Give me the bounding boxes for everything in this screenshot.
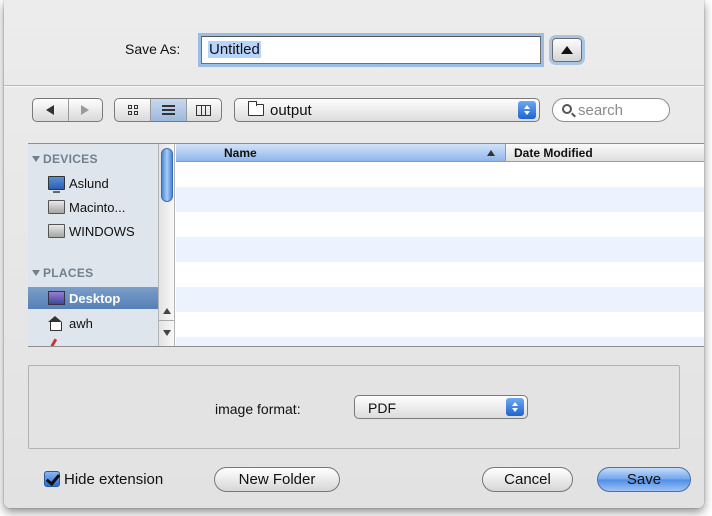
- column-header-name[interactable]: Name: [176, 144, 506, 162]
- collapse-dialog-button[interactable]: [552, 38, 582, 62]
- list-row: [176, 287, 704, 312]
- save-button[interactable]: Save: [597, 467, 691, 492]
- list-view-button[interactable]: [150, 99, 186, 121]
- save-dialog: Save As: Untitled output DEVICES: [4, 0, 704, 508]
- back-arrow-icon: [46, 105, 55, 115]
- scrollbar-thumb[interactable]: [161, 148, 173, 202]
- file-list: Name Date Modified: [176, 144, 704, 346]
- hide-extension-label[interactable]: Hide extension: [64, 471, 163, 488]
- list-row: [176, 212, 704, 237]
- triangle-up-icon: [561, 46, 573, 54]
- view-mode-control: [114, 98, 222, 122]
- hard-drive-icon: [48, 224, 65, 238]
- sidebar-item-label: Macinto...: [69, 199, 126, 215]
- scroll-up-icon[interactable]: [163, 308, 171, 314]
- folder-icon: [248, 101, 264, 116]
- icon-view-button[interactable]: [115, 99, 150, 121]
- accessory-panel: image format: PDF: [28, 365, 680, 449]
- location-label: output: [270, 102, 312, 119]
- image-format-label: image format:: [215, 401, 301, 417]
- search-input[interactable]: [578, 102, 664, 119]
- home-icon: [48, 316, 65, 331]
- search-icon: [562, 104, 572, 114]
- sidebar-item-label: Desktop: [69, 290, 121, 306]
- desktop-icon: [48, 291, 65, 305]
- save-as-row: Save As: Untitled: [4, 34, 704, 66]
- filename-text: Untitled: [208, 41, 261, 58]
- image-format-value: PDF: [368, 400, 396, 416]
- column-view-button[interactable]: [185, 99, 221, 121]
- sidebar-item-aslund[interactable]: Aslund: [28, 172, 158, 194]
- file-browser: DEVICES Aslund Macinto... WINDOWS PLACES…: [28, 143, 704, 347]
- sidebar-item-label: Aslund: [69, 175, 109, 191]
- icon-view-icon: [127, 105, 138, 115]
- list-row: [176, 312, 704, 337]
- sidebar-item-desktop[interactable]: Desktop: [28, 287, 158, 309]
- sidebar-header-devices[interactable]: DEVICES: [32, 152, 98, 168]
- image-format-popup[interactable]: PDF: [354, 395, 528, 419]
- search-field[interactable]: [552, 98, 670, 122]
- popup-stepper-icon: [518, 101, 536, 119]
- sidebar-header-places[interactable]: PLACES: [32, 266, 93, 282]
- list-row: [176, 237, 704, 262]
- sidebar-item-awh[interactable]: awh: [28, 312, 158, 334]
- application-icon: [50, 338, 62, 346]
- sidebar-item-label: awh: [69, 315, 93, 331]
- scroll-down-icon[interactable]: [163, 330, 171, 336]
- sidebar-item-label: WINDOWS: [69, 223, 135, 239]
- popup-stepper-icon: [506, 398, 524, 416]
- list-row: [176, 262, 704, 287]
- monitor-icon: [48, 176, 65, 193]
- sort-ascending-icon: [487, 150, 495, 156]
- column-view-icon: [196, 104, 212, 116]
- hide-extension-checkbox[interactable]: [44, 471, 60, 487]
- hard-drive-icon: [48, 200, 65, 214]
- list-row: [176, 337, 704, 346]
- list-row: [176, 162, 704, 187]
- sidebar-item-windows[interactable]: WINDOWS: [28, 220, 158, 242]
- column-header-date-modified[interactable]: Date Modified: [506, 144, 704, 162]
- sidebar-item-macintosh[interactable]: Macinto...: [28, 196, 158, 218]
- back-forward-control: [32, 98, 103, 122]
- sidebar-scrollbar[interactable]: [158, 144, 175, 346]
- save-as-label: Save As:: [125, 41, 181, 57]
- divider: [4, 85, 704, 86]
- list-view-icon: [162, 105, 175, 115]
- forward-arrow-icon: [81, 105, 90, 115]
- back-button[interactable]: [33, 99, 68, 121]
- forward-button[interactable]: [67, 99, 103, 121]
- cancel-button[interactable]: Cancel: [482, 467, 573, 492]
- location-popup[interactable]: output: [234, 98, 540, 122]
- new-folder-button[interactable]: New Folder: [214, 467, 340, 492]
- filename-input[interactable]: Untitled: [201, 36, 541, 64]
- sidebar: DEVICES Aslund Macinto... WINDOWS PLACES…: [28, 144, 158, 346]
- list-row: [176, 187, 704, 212]
